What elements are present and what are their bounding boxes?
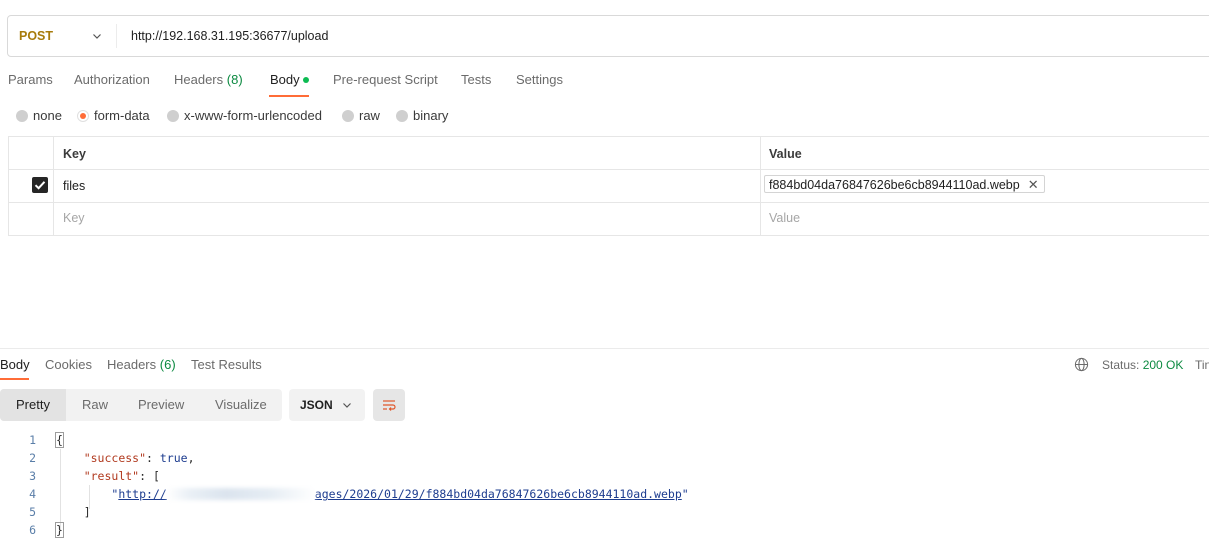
radio-binary[interactable] — [396, 110, 408, 122]
status-value: 200 OK — [1142, 358, 1184, 372]
file-chip[interactable]: f884bd04da76847626be6cb8944110ad.webp ✕ — [764, 175, 1045, 193]
url-bar: POST — [7, 15, 1209, 57]
column-header-key: Key — [63, 147, 86, 161]
form-data-table: Key Value files f884bd04da76847626be6cb8… — [8, 136, 1209, 236]
wrap-icon — [383, 400, 396, 411]
open-brace: { — [55, 432, 64, 448]
view-visualize-button[interactable]: Visualize — [215, 397, 267, 412]
json-key: "result" — [83, 469, 140, 483]
wrap-lines-button[interactable] — [373, 389, 405, 421]
json-key: "success" — [83, 451, 147, 465]
line-number: 2 — [29, 451, 36, 465]
globe-icon[interactable] — [1074, 357, 1089, 372]
url-input[interactable] — [131, 27, 931, 45]
radio-label-none[interactable]: none — [33, 108, 62, 123]
divider — [116, 24, 117, 48]
headers-count: (6) — [159, 357, 176, 372]
divider — [9, 202, 1209, 203]
close-icon[interactable]: ✕ — [1028, 177, 1039, 192]
active-tab-underline — [269, 95, 309, 97]
code-line: "http://ages/2026/01/29/f884bd04da768476… — [111, 487, 689, 501]
code-line: ] — [56, 505, 91, 519]
code-line: { — [55, 432, 64, 448]
result-url-link[interactable]: http:// ages/2026/01/29/f884bd04da7684762… — [118, 487, 681, 501]
redacted-region — [166, 488, 315, 500]
column-header-value: Value — [769, 147, 802, 161]
method-select[interactable]: POST — [19, 29, 53, 43]
active-tab-underline — [0, 378, 29, 380]
tab-pre-request-script[interactable]: Pre-request Script — [333, 72, 438, 87]
view-raw-button[interactable]: Raw — [82, 397, 108, 412]
tab-headers[interactable]: Headers (8) — [174, 72, 243, 87]
divider — [9, 169, 1209, 170]
chevron-down-icon[interactable] — [91, 30, 103, 42]
time-label: Tin — [1195, 358, 1209, 372]
view-preview-button[interactable]: Preview — [138, 397, 184, 412]
json-value: true — [159, 451, 188, 465]
tab-params[interactable]: Params — [8, 72, 53, 87]
tab-settings[interactable]: Settings — [516, 72, 563, 87]
tab-body[interactable]: Body — [270, 72, 300, 87]
chevron-down-icon — [343, 403, 351, 408]
divider — [760, 137, 761, 235]
json-bracket: ] — [83, 505, 91, 519]
radio-raw[interactable] — [342, 110, 354, 122]
row-enabled-checkbox[interactable] — [32, 177, 48, 193]
tab-tests[interactable]: Tests — [461, 72, 491, 87]
tab-authorization[interactable]: Authorization — [74, 72, 150, 87]
line-number: 4 — [29, 487, 36, 501]
status-indicator: Status: 200 OK — [1102, 358, 1183, 372]
response-tab-headers[interactable]: Headers (6) — [107, 357, 176, 372]
line-number: 6 — [29, 523, 36, 537]
divider — [53, 137, 54, 235]
radio-label-x-www-form-urlencoded[interactable]: x-www-form-urlencoded — [184, 108, 322, 123]
new-key-input[interactable]: Key — [63, 211, 85, 225]
radio-label-raw[interactable]: raw — [359, 108, 380, 123]
close-brace: } — [55, 522, 64, 538]
new-value-input[interactable]: Value — [769, 211, 800, 225]
view-mode-group: Pretty Raw Preview Visualize — [0, 389, 282, 421]
row-key-field[interactable]: files — [63, 179, 85, 193]
format-select[interactable]: JSON — [289, 389, 365, 421]
radio-form-data[interactable] — [77, 110, 89, 122]
code-line: "success": true, — [83, 451, 195, 465]
json-bracket: [ — [152, 469, 160, 483]
line-number: 3 — [29, 469, 36, 483]
radio-label-form-data[interactable]: form-data — [94, 108, 150, 123]
response-divider — [0, 348, 1209, 349]
file-name: f884bd04da76847626be6cb8944110ad.webp — [769, 178, 1020, 192]
view-pretty-button[interactable]: Pretty — [16, 397, 50, 412]
body-indicator-dot — [303, 77, 309, 83]
status-label: Status: — [1102, 358, 1140, 372]
radio-none[interactable] — [16, 110, 28, 122]
response-tab-body[interactable]: Body — [0, 357, 30, 372]
line-number: 5 — [29, 505, 36, 519]
tab-label: Headers — [107, 357, 157, 372]
url-suffix: ages/2026/01/29/f884bd04da76847626be6cb8… — [314, 487, 682, 501]
checkmark-icon — [34, 181, 46, 190]
code-line: } — [55, 522, 64, 538]
url-prefix: http:// — [118, 487, 167, 501]
line-number: 1 — [29, 433, 36, 447]
radio-label-binary[interactable]: binary — [413, 108, 448, 123]
response-tab-test-results[interactable]: Test Results — [191, 357, 262, 372]
radio-x-www-form-urlencoded[interactable] — [167, 110, 179, 122]
code-line: "result": [ — [83, 469, 160, 483]
tab-label: Headers — [174, 72, 224, 87]
response-tab-cookies[interactable]: Cookies — [45, 357, 92, 372]
format-label: JSON — [300, 398, 333, 412]
headers-count: (8) — [226, 72, 243, 87]
